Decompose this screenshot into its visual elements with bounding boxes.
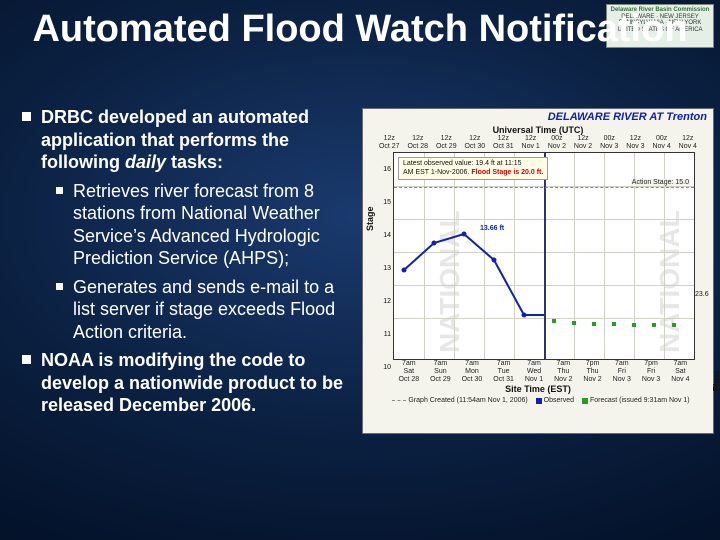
bullet-1a: Retrieves river forecast from 8 stations…	[56, 180, 356, 270]
bullet-1b-text: Generates and sends e-mail to a list ser…	[73, 276, 356, 344]
bullet-1b: Generates and sends e-mail to a list ser…	[56, 276, 356, 344]
chart-title: DELAWARE RIVER AT Trenton	[363, 109, 713, 123]
hydrograph-chart: DELAWARE RIVER AT Trenton Universal Time…	[362, 108, 714, 434]
x-ticks: 7amSatOct 28 7amSunOct 29 7amMonOct 30 7…	[393, 360, 695, 383]
bullet-1-text: DRBC developed an automated application …	[41, 106, 356, 174]
slide-title: Automated Flood Watch Notification	[0, 10, 720, 50]
plot-area: NATIONAL NATIONAL Action Stage: 15.0	[393, 152, 695, 360]
bullet-icon	[22, 355, 31, 364]
chart-lines	[394, 153, 694, 359]
bullet-2-text: NOAA is modifying the code to develop a …	[41, 349, 356, 417]
utc-ticks: 12zOct 27 12zOct 28 12zOct 29 12zOct 30 …	[363, 135, 713, 150]
y-axis-left-label: Stage	[365, 206, 375, 231]
center-value: 13.66 ft	[480, 225, 504, 232]
bullet-icon	[56, 187, 63, 194]
bullet-1a-text: Retrieves river forecast from 8 stations…	[73, 180, 356, 270]
site-time-label: Site Time (EST)	[363, 384, 713, 394]
latest-observed-box: Latest observed value: 19.4 ft at 11:15 …	[398, 157, 548, 180]
bullet-1: DRBC developed an automated application …	[22, 106, 356, 174]
bullet-icon	[56, 283, 63, 290]
y-axis-right-label: Flow	[711, 371, 720, 392]
utc-axis-label: Universal Time (UTC)	[363, 125, 713, 135]
slide-body: DRBC developed an automated application …	[22, 106, 356, 423]
slide: Delaware River Basin Commission DELAWARE…	[0, 0, 720, 540]
bullet-2: NOAA is modifying the code to develop a …	[22, 349, 356, 417]
chart-legend: Graph Created (11:54am Nov 1, 2006) Obse…	[363, 397, 713, 404]
bullet-icon	[22, 112, 31, 121]
